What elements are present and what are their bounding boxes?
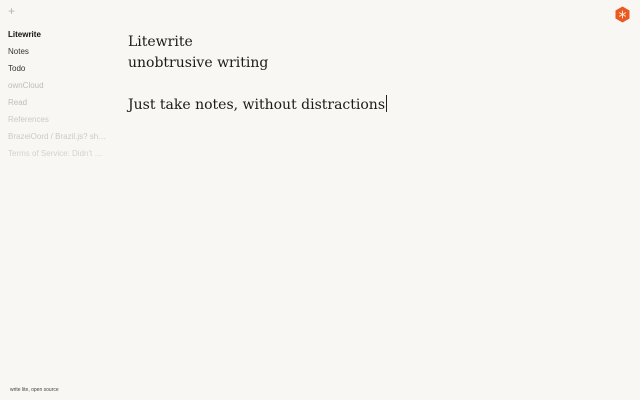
- sidebar-item-read[interactable]: Read: [8, 94, 108, 111]
- editor-line-title: Litewrite: [128, 34, 193, 50]
- editor-line-body: Just take notes, without distractions: [128, 95, 588, 116]
- sidebar-item-owncloud[interactable]: ownCloud: [8, 77, 108, 94]
- sidebar-item-todo[interactable]: Todo: [8, 60, 108, 77]
- sidebar-item-references[interactable]: References: [8, 111, 108, 128]
- document-list: Litewrite Notes Todo ownCloud Read Refer…: [8, 26, 108, 162]
- sidebar-item-terms-of-service[interactable]: Terms of Service: Didn't Re...: [8, 145, 108, 162]
- footer-tagline: write lite, open source: [10, 387, 59, 393]
- sidebar-item-litewrite[interactable]: Litewrite: [8, 26, 108, 43]
- litewrite-logo-icon[interactable]: [614, 6, 631, 23]
- add-document-button[interactable]: +: [8, 5, 15, 17]
- editor-blank-line: [128, 74, 588, 95]
- sidebar-item-notes[interactable]: Notes: [8, 43, 108, 60]
- document-editor[interactable]: Litewrite unobtrusive writing Just take …: [128, 32, 588, 116]
- hexagon-logo-icon: [615, 6, 630, 23]
- editor-line-subtitle: unobtrusive writing: [128, 55, 269, 71]
- sidebar-item-brazil[interactable]: BrazeiOord / Brazil.js? she...: [8, 128, 108, 145]
- editor-body-text: Just take notes, without distractions: [128, 97, 386, 113]
- text-cursor: [386, 95, 388, 112]
